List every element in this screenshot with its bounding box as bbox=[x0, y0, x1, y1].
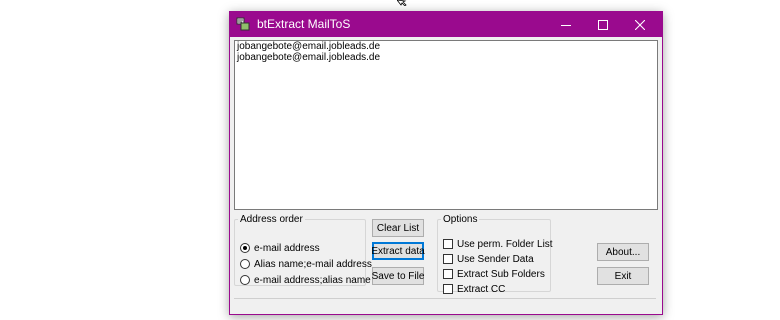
exit-button[interactable]: Exit bbox=[597, 267, 649, 285]
title-bar[interactable]: btExtract MailToS bbox=[230, 12, 662, 37]
checkbox-label: Use Sender Data bbox=[457, 253, 534, 265]
options-legend: Options bbox=[443, 214, 478, 225]
radio-button[interactable] bbox=[240, 259, 250, 269]
radio-label: e-mail address bbox=[254, 242, 320, 254]
checkbox[interactable] bbox=[443, 254, 453, 264]
app-icon bbox=[236, 17, 250, 31]
radio-email-alias[interactable]: e-mail address;alias name bbox=[240, 273, 371, 287]
close-icon bbox=[635, 19, 645, 30]
status-bar bbox=[234, 298, 656, 309]
extract-data-button[interactable]: Extract data bbox=[371, 242, 425, 260]
about-button[interactable]: About... bbox=[597, 243, 649, 261]
minimize-icon bbox=[561, 24, 571, 26]
checkbox-label: Use perm. Folder List bbox=[457, 238, 553, 250]
list-item[interactable]: jobangebote@email.jobleads.de bbox=[235, 41, 657, 52]
checkbox-extract-cc[interactable]: Extract CC bbox=[443, 282, 505, 296]
checkbox[interactable] bbox=[443, 284, 453, 294]
clear-list-button[interactable]: Clear List bbox=[372, 219, 424, 237]
radio-alias-email[interactable]: Alias name;e-mail address bbox=[240, 257, 372, 271]
minimize-button[interactable] bbox=[548, 12, 584, 37]
checkbox-use-perm-folder-list[interactable]: Use perm. Folder List bbox=[443, 237, 553, 251]
save-to-file-button[interactable]: Save to File bbox=[372, 267, 424, 285]
app-window: btExtract MailToS jobangebote@email.jobl… bbox=[229, 11, 663, 315]
window-title: btExtract MailToS bbox=[257, 17, 351, 31]
address-order-group: Address order e-mail address Alias name;… bbox=[234, 214, 372, 286]
checkbox-label: Extract Sub Folders bbox=[457, 268, 545, 280]
checkbox-extract-sub-folders[interactable]: Extract Sub Folders bbox=[443, 267, 545, 281]
radio-label: e-mail address;alias name bbox=[254, 274, 371, 286]
radio-email-address[interactable]: e-mail address bbox=[240, 241, 320, 255]
address-order-legend: Address order bbox=[240, 214, 303, 225]
close-button[interactable] bbox=[622, 12, 658, 37]
checkbox-use-sender-data[interactable]: Use Sender Data bbox=[443, 252, 534, 266]
radio-button[interactable] bbox=[240, 275, 250, 285]
address-listbox[interactable]: jobangebote@email.jobleads.de jobangebot… bbox=[234, 40, 658, 210]
radio-button-selected[interactable] bbox=[240, 243, 250, 253]
radio-label: Alias name;e-mail address bbox=[254, 258, 372, 270]
maximize-button[interactable] bbox=[585, 12, 621, 37]
maximize-icon bbox=[598, 19, 608, 30]
list-item[interactable]: jobangebote@email.jobleads.de bbox=[235, 52, 657, 63]
checkbox-label: Extract CC bbox=[457, 283, 506, 295]
checkbox[interactable] bbox=[443, 239, 453, 249]
mouse-cursor-icon bbox=[397, 0, 407, 6]
checkbox[interactable] bbox=[443, 269, 453, 279]
options-group: Options Use perm. Folder List Use Sender… bbox=[437, 214, 553, 295]
